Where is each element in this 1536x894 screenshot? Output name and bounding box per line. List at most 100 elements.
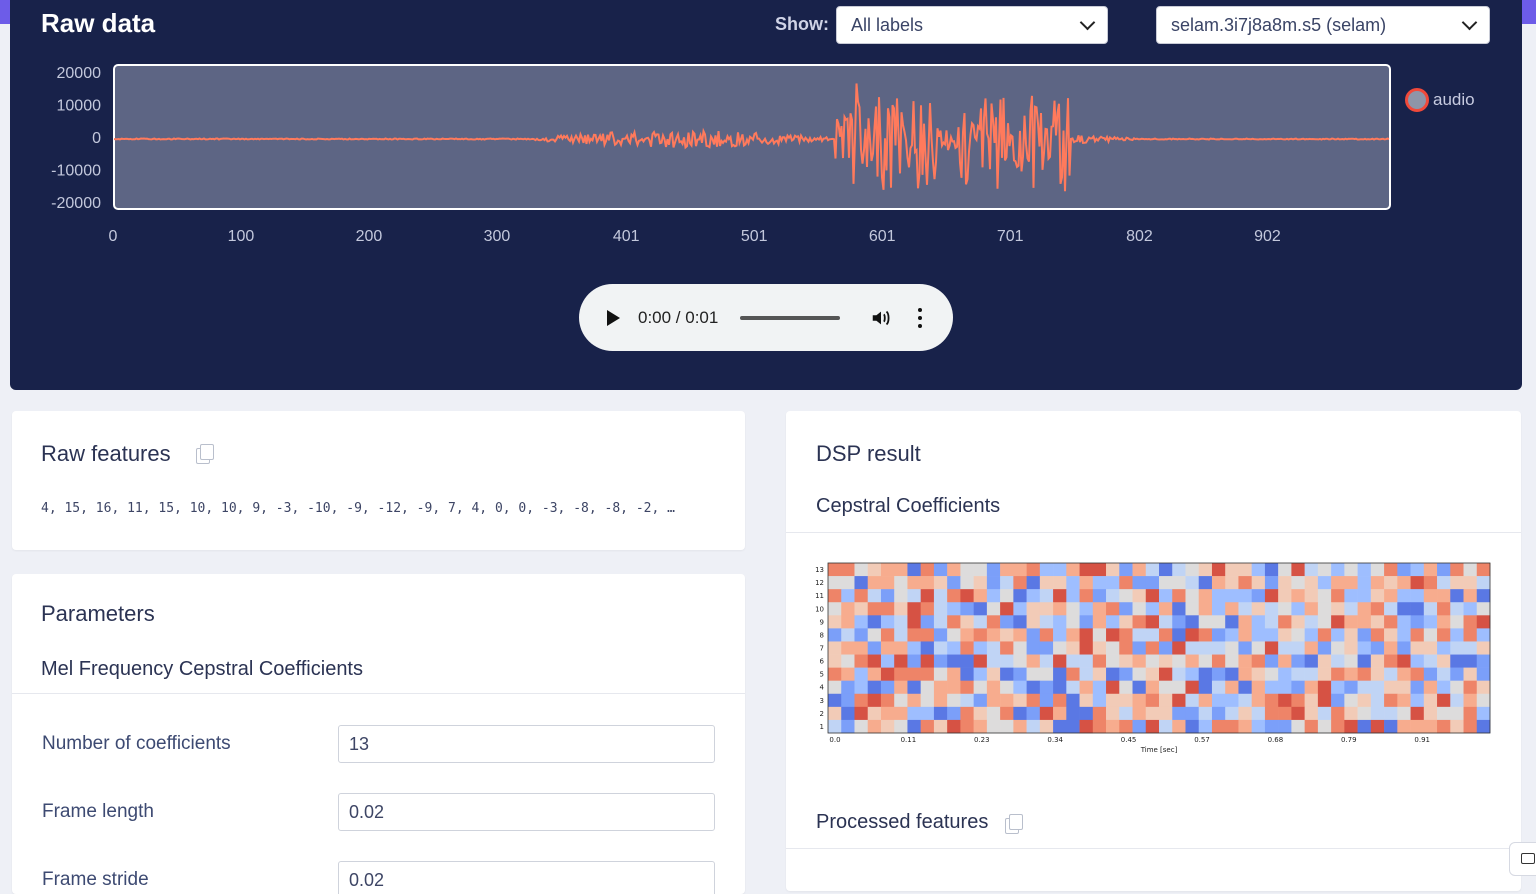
heatmap-cell (1384, 680, 1398, 695)
heatmap-cell (1450, 719, 1464, 734)
heatmap-cell (1423, 654, 1438, 668)
heatmap-cell (841, 719, 855, 734)
heatmap-cell (1159, 589, 1173, 603)
heatmap-cell (1251, 589, 1266, 603)
processed-features-title: Processed features (816, 811, 989, 833)
heatmap-cell (828, 693, 842, 708)
legend-marker (1405, 88, 1429, 112)
waveform-plot-area (113, 64, 1391, 210)
heatmap-cell (1185, 563, 1200, 577)
raw-features-card: Raw features 4, 15, 16, 11, 15, 10, 10, … (12, 411, 745, 550)
heatmap-cell (1211, 706, 1226, 721)
heatmap-cell (1410, 706, 1425, 721)
heatmap-cell (880, 719, 895, 734)
copy-icon[interactable] (1005, 814, 1023, 834)
heatmap-cell (1463, 706, 1478, 721)
heatmap-cell (1185, 706, 1200, 721)
heatmap-cell (841, 693, 855, 708)
heatmap-cell (1079, 693, 1094, 708)
heatmap-cell (1423, 693, 1438, 708)
heatmap-cell (1092, 641, 1107, 655)
heatmap-cell (907, 602, 921, 616)
heatmap-cell (1225, 576, 1239, 590)
heatmap-cell (1053, 693, 1067, 708)
heatmap-cell (1423, 641, 1438, 655)
heatmap-cell (1410, 602, 1425, 616)
feedback-icon[interactable] (1509, 842, 1536, 876)
heatmap-x-tick-label: 0.34 (1047, 736, 1063, 744)
heatmap-cell (828, 615, 842, 629)
heatmap-cell (1331, 563, 1345, 577)
heatmap-cell (1013, 693, 1027, 708)
heatmap-cell (920, 602, 935, 616)
heatmap-x-tick-label: 0.91 (1414, 736, 1430, 744)
heatmap-cell (933, 563, 948, 577)
heatmap-cell (1317, 680, 1332, 695)
heatmap-cell (1384, 641, 1398, 655)
heatmap-cell (867, 641, 882, 655)
heatmap-cell (1198, 706, 1213, 721)
heatmap-cell (1185, 667, 1200, 681)
heatmap-x-tick-label: 0.79 (1341, 736, 1357, 744)
frame-stride-input[interactable] (338, 861, 715, 894)
heatmap-cell (1132, 654, 1147, 668)
more-options-icon[interactable] (918, 307, 924, 328)
copy-icon[interactable] (196, 444, 214, 464)
heatmap-cell (1106, 654, 1120, 668)
heatmap-cell (1079, 667, 1094, 681)
heatmap-cell (1357, 693, 1372, 708)
heatmap-cell (867, 667, 882, 681)
heatmap-cell (1344, 602, 1358, 616)
heatmap-cell (1437, 680, 1451, 695)
heatmap-y-tick-label: 4 (820, 684, 825, 692)
label-filter-select[interactable]: All labels (836, 6, 1108, 44)
heatmap-cell (867, 615, 882, 629)
heatmap-cell (1357, 706, 1372, 721)
heatmap-cell (1013, 719, 1027, 734)
dsp-result-card: DSP result Cepstral Coefficients 1234567… (786, 411, 1521, 891)
heatmap-cell (1410, 576, 1425, 590)
heatmap-cell (1159, 615, 1173, 629)
heatmap-cell (1119, 628, 1133, 642)
heatmap-cell (1132, 576, 1147, 590)
heatmap-cell (1013, 563, 1027, 577)
heatmap-cell (1225, 654, 1239, 668)
heatmap-cell (960, 602, 974, 616)
heatmap-cell (1013, 602, 1027, 616)
heatmap-cell (1185, 693, 1200, 708)
heatmap-cell (894, 693, 908, 708)
heatmap-x-tick-label: 0.0 (829, 736, 840, 744)
heatmap-cell (920, 589, 935, 603)
heatmap-cell (1410, 654, 1425, 668)
heatmap-cell (1437, 628, 1451, 642)
heatmap-cell (1053, 680, 1067, 695)
volume-icon[interactable] (870, 307, 892, 329)
heatmap-cell (1423, 706, 1438, 721)
x-tick-label: 501 (741, 228, 768, 245)
heatmap-cell (933, 576, 948, 590)
play-icon[interactable] (607, 309, 620, 326)
heatmap-cell (973, 667, 988, 681)
heatmap-cell (947, 589, 961, 603)
heatmap-cell (1370, 641, 1385, 655)
audio-progress-slider[interactable] (740, 315, 841, 320)
heatmap-cell (1198, 615, 1213, 629)
heatmap-cell (1238, 602, 1252, 616)
audio-player[interactable]: 0:00 / 0:01 (579, 284, 953, 351)
heatmap-cell (1145, 706, 1160, 721)
heatmap-cell (1476, 719, 1491, 734)
heatmap-cell (1092, 628, 1107, 642)
heatmap-cell (1092, 680, 1107, 695)
heatmap-cell (1357, 602, 1372, 616)
frame-length-input[interactable] (338, 793, 715, 831)
coefficients-input[interactable] (338, 725, 715, 763)
heatmap-cell (1304, 589, 1319, 603)
chart-legend[interactable]: audio (1405, 88, 1475, 112)
heatmap-y-tick-label: 2 (820, 710, 824, 718)
heatmap-cell (920, 680, 935, 695)
heatmap-cell (828, 654, 842, 668)
heatmap-cell (1159, 628, 1173, 642)
heatmap-cell (1291, 654, 1305, 668)
sample-select[interactable]: selam.3i7j8a8m.s5 (selam) (1156, 6, 1490, 44)
heatmap-cell (1476, 680, 1491, 695)
